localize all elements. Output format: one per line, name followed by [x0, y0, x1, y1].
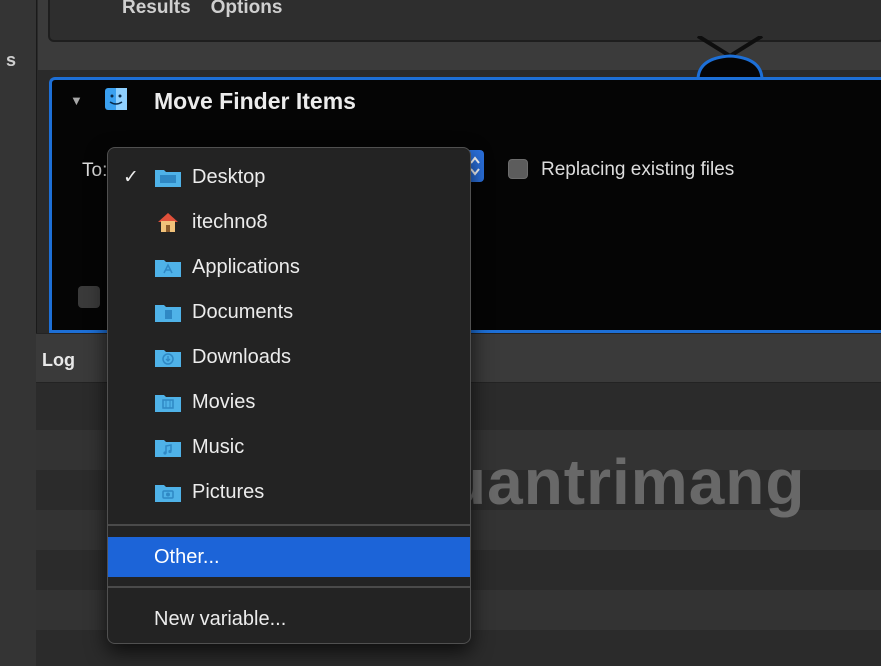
menu-item-label: Movies [192, 390, 256, 413]
menu-item-label: Music [192, 435, 245, 458]
downloads-folder-icon [154, 346, 182, 368]
menu-item-label: Desktop [192, 165, 266, 188]
menu-item-documents[interactable]: Documents [108, 292, 470, 332]
home-icon [154, 211, 182, 233]
desktop-folder-icon [154, 166, 182, 188]
menu-separator [108, 524, 470, 526]
options-checkbox[interactable] [78, 286, 100, 308]
menu-item-other[interactable]: Other... [108, 537, 470, 577]
menu-item-label: itechno8 [192, 210, 268, 233]
menu-item-new-variable[interactable]: New variable... [108, 599, 470, 639]
menu-item-desktop[interactable]: ✓ Desktop [108, 157, 470, 197]
menu-item-label: Downloads [192, 345, 291, 368]
menu-item-label: Applications [192, 255, 300, 278]
disclosure-triangle-icon[interactable]: ▼ [70, 93, 83, 108]
movies-folder-icon [154, 391, 182, 413]
watermark-text: uantrimang [447, 446, 806, 518]
action-title: Move Finder Items [154, 88, 356, 114]
menu-item-pictures[interactable]: Pictures [108, 472, 470, 512]
finder-icon [105, 88, 127, 110]
options-tab[interactable]: Options [211, 0, 283, 17]
upper-action-tabs: Results Options [122, 0, 283, 17]
menu-item-label: Pictures [192, 480, 265, 503]
pictures-folder-icon [154, 481, 182, 503]
action-connector-icon [696, 36, 764, 80]
replace-existing-checkbox[interactable] [508, 159, 528, 179]
applications-folder-icon [154, 256, 182, 278]
music-folder-icon [154, 436, 182, 458]
documents-folder-icon [154, 301, 182, 323]
menu-item-home[interactable]: itechno8 [108, 202, 470, 242]
menu-item-label: New variable... [154, 607, 287, 630]
menu-item-label: Other... [154, 545, 220, 568]
menu-item-applications[interactable]: Applications [108, 247, 470, 287]
results-tab[interactable]: Results [122, 0, 191, 17]
menu-item-downloads[interactable]: Downloads [108, 337, 470, 377]
menu-item-music[interactable]: Music [108, 427, 470, 467]
log-label[interactable]: Log [42, 350, 75, 371]
to-label: To: [82, 160, 108, 181]
left-window-strip [0, 0, 37, 666]
checkmark-icon: ✓ [123, 166, 139, 188]
menu-separator [108, 586, 470, 588]
menu-item-movies[interactable]: Movies [108, 382, 470, 422]
left-edge-label: s [6, 50, 17, 70]
replace-existing-label[interactable]: Replacing existing files [541, 159, 734, 181]
menu-item-label: Documents [192, 300, 294, 323]
